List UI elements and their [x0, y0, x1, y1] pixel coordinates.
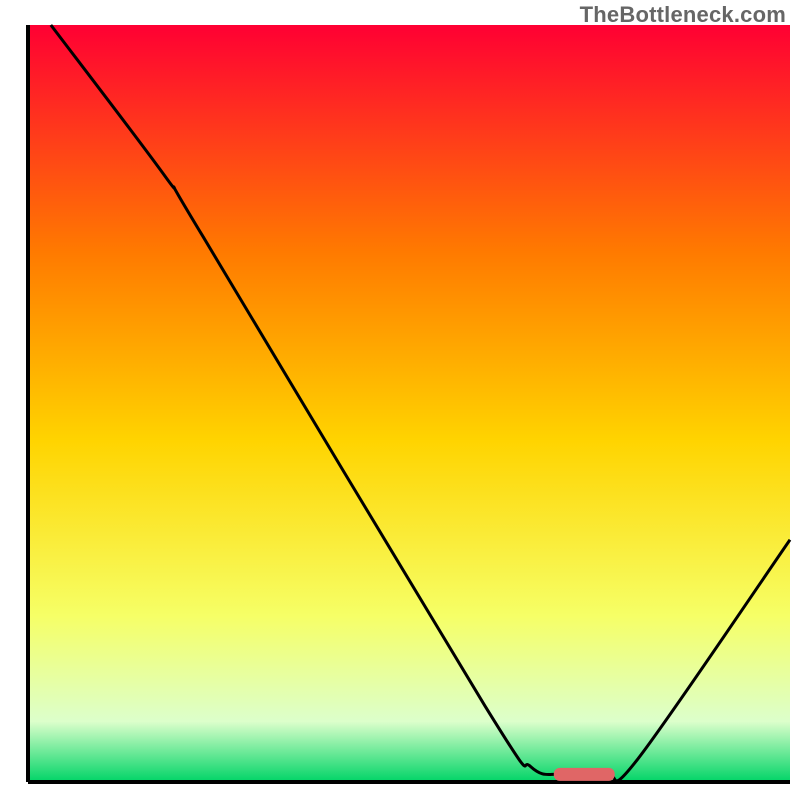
bottleneck-curve [51, 25, 790, 781]
chart-container: TheBottleneck.com [0, 0, 800, 800]
optimum-marker [554, 768, 615, 781]
watermark-text: TheBottleneck.com [580, 2, 786, 28]
chart-overlay [0, 0, 800, 800]
